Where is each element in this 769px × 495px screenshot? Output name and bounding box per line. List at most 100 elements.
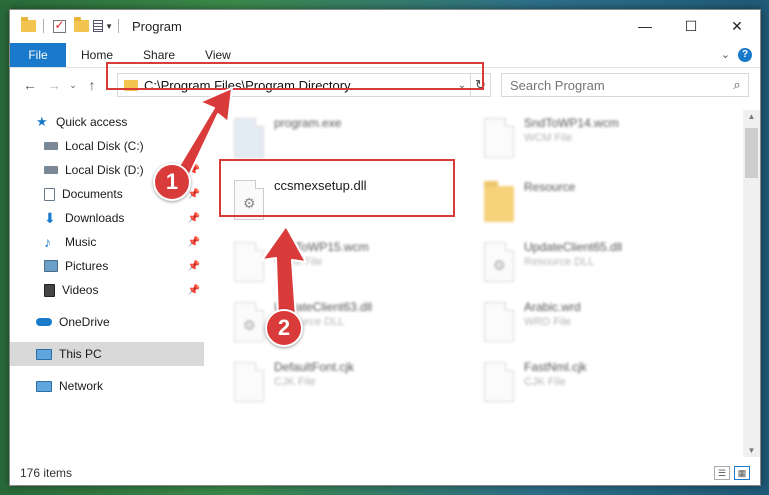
cloud-icon: [36, 318, 52, 326]
divider: [118, 19, 119, 33]
pin-icon[interactable]: 📌: [188, 237, 200, 248]
pin-icon[interactable]: 📌: [188, 261, 200, 272]
address-highlight-box: [106, 62, 484, 90]
file-icon: [484, 362, 514, 402]
help-icon[interactable]: ?: [738, 47, 752, 62]
file-item[interactable]: SndToWP14.wcm WCM File: [484, 116, 724, 174]
sidebar-item-label: Local Disk (C:): [65, 139, 144, 153]
sidebar-item-quick-access[interactable]: ★ Quick access: [10, 110, 204, 134]
file-item[interactable]: ⚙ UpdateClient65.dll Resource DLL: [484, 240, 724, 298]
minimize-button[interactable]: —: [622, 10, 668, 42]
file-item[interactable]: DefaultFont.cjk CJK File: [234, 360, 474, 418]
details-view-icon[interactable]: ☰: [714, 466, 730, 480]
file-icon: [484, 118, 514, 158]
star-icon: ★: [36, 114, 48, 129]
exe-file-icon: [234, 118, 264, 158]
computer-icon: [36, 348, 52, 360]
file-name: Arabic.wrd: [524, 300, 581, 314]
sidebar-item-onedrive[interactable]: OneDrive: [10, 310, 204, 334]
file-name: SndToWP15.wcm: [274, 240, 369, 254]
title-bar: ▼ Program — ☐ ✕: [10, 10, 760, 42]
expand-ribbon-icon[interactable]: ⌄: [721, 48, 730, 61]
ribbon-right: ⌄ ?: [721, 47, 760, 62]
tab-file[interactable]: File: [10, 42, 66, 67]
sidebar-item-label: Local Disk (D:): [65, 163, 144, 177]
file-name: SndToWP14.wcm: [524, 116, 619, 130]
quick-access-toolbar: ▼: [10, 16, 122, 36]
sidebar-item-label: This PC: [59, 347, 102, 361]
sidebar-item-label: Network: [59, 379, 104, 393]
item-count: 176 items: [20, 466, 73, 480]
file-item[interactable]: Resource: [484, 180, 724, 238]
file-name: DefaultFont.cjk: [274, 360, 355, 374]
customize-toolbar-icon[interactable]: ▼: [93, 16, 113, 36]
file-type: CJK File: [274, 376, 316, 388]
up-button[interactable]: ↑: [80, 73, 104, 97]
vertical-scrollbar[interactable]: ▲ ▼: [743, 110, 760, 457]
file-icon: [234, 362, 264, 402]
pin-icon[interactable]: 📌: [188, 213, 200, 224]
back-button[interactable]: ←: [18, 73, 42, 97]
step-1-badge: 1: [153, 163, 191, 201]
sidebar-item-downloads[interactable]: ⬇ Downloads 📌: [10, 206, 204, 230]
scroll-thumb[interactable]: [745, 128, 758, 178]
sidebar-item-videos[interactable]: Videos 📌: [10, 278, 204, 302]
gear-icon: ⚙: [493, 257, 506, 273]
sidebar-item-network[interactable]: Network: [10, 374, 204, 398]
downloads-icon: ⬇: [44, 210, 56, 226]
divider: [43, 19, 44, 33]
file-type: WRD File: [524, 316, 572, 328]
new-folder-icon[interactable]: [71, 16, 91, 36]
navigation-pane: ★ Quick access Local Disk (C:) Local Dis…: [10, 110, 204, 457]
file-item[interactable]: SndToWP15.wcm WCM File: [234, 240, 474, 298]
pictures-icon: [44, 260, 58, 272]
folder-icon: [484, 181, 514, 222]
window-controls: — ☐ ✕: [622, 10, 760, 42]
file-name: Resource: [524, 180, 576, 194]
folder-icon[interactable]: [18, 16, 38, 36]
scroll-down-icon[interactable]: ▼: [743, 446, 760, 455]
close-button[interactable]: ✕: [714, 10, 760, 42]
file-icon: [234, 242, 264, 282]
file-name: UpdateClient65.dll: [524, 240, 623, 254]
step-2-badge: 2: [265, 309, 303, 347]
status-bar: 176 items ☰ ▦: [10, 461, 760, 485]
maximize-button[interactable]: ☐: [668, 10, 714, 42]
file-type: WCM File: [524, 132, 573, 144]
scroll-up-icon[interactable]: ▲: [743, 112, 760, 121]
sidebar-item-label: Pictures: [65, 259, 109, 273]
file-item[interactable]: FastNml.cjk CJK File: [484, 360, 724, 418]
sidebar-item-local-disk-c[interactable]: Local Disk (C:): [10, 134, 204, 158]
network-icon: [36, 380, 52, 392]
recent-locations-button[interactable]: ⌄: [66, 73, 80, 97]
sidebar-item-label: Quick access: [56, 115, 128, 129]
window-title: Program: [132, 18, 182, 34]
sidebar-item-this-pc[interactable]: This PC: [10, 342, 204, 366]
sidebar-item-label: OneDrive: [59, 315, 110, 329]
file-highlight-box: [219, 159, 455, 217]
sidebar-item-label: Downloads: [65, 211, 125, 225]
file-item[interactable]: Arabic.wrd WRD File: [484, 300, 724, 358]
forward-button[interactable]: →: [42, 73, 66, 97]
file-type: Resource DLL: [524, 256, 595, 268]
documents-icon: [44, 187, 55, 201]
sidebar-item-label: Videos: [62, 283, 99, 297]
dll-file-icon: ⚙: [234, 302, 264, 342]
search-box[interactable]: ⌕: [501, 73, 749, 97]
sidebar-item-label: Music: [65, 235, 97, 249]
large-icons-view-icon[interactable]: ▦: [734, 466, 750, 480]
dll-file-icon: ⚙: [484, 242, 514, 282]
file-type: WCM File: [274, 256, 323, 268]
music-icon: ♪: [44, 234, 51, 250]
pin-icon[interactable]: 📌: [188, 189, 200, 200]
search-icon[interactable]: ⌕: [726, 77, 748, 93]
drive-icon: [44, 142, 58, 150]
view-buttons: ☰ ▦: [714, 466, 760, 480]
properties-check-icon[interactable]: [49, 16, 69, 36]
drive-icon: [44, 166, 58, 174]
sidebar-item-pictures[interactable]: Pictures 📌: [10, 254, 204, 278]
search-input[interactable]: [510, 77, 726, 93]
file-name: FastNml.cjk: [524, 360, 587, 374]
pin-icon[interactable]: 📌: [188, 285, 200, 296]
sidebar-item-music[interactable]: ♪ Music 📌: [10, 230, 204, 254]
